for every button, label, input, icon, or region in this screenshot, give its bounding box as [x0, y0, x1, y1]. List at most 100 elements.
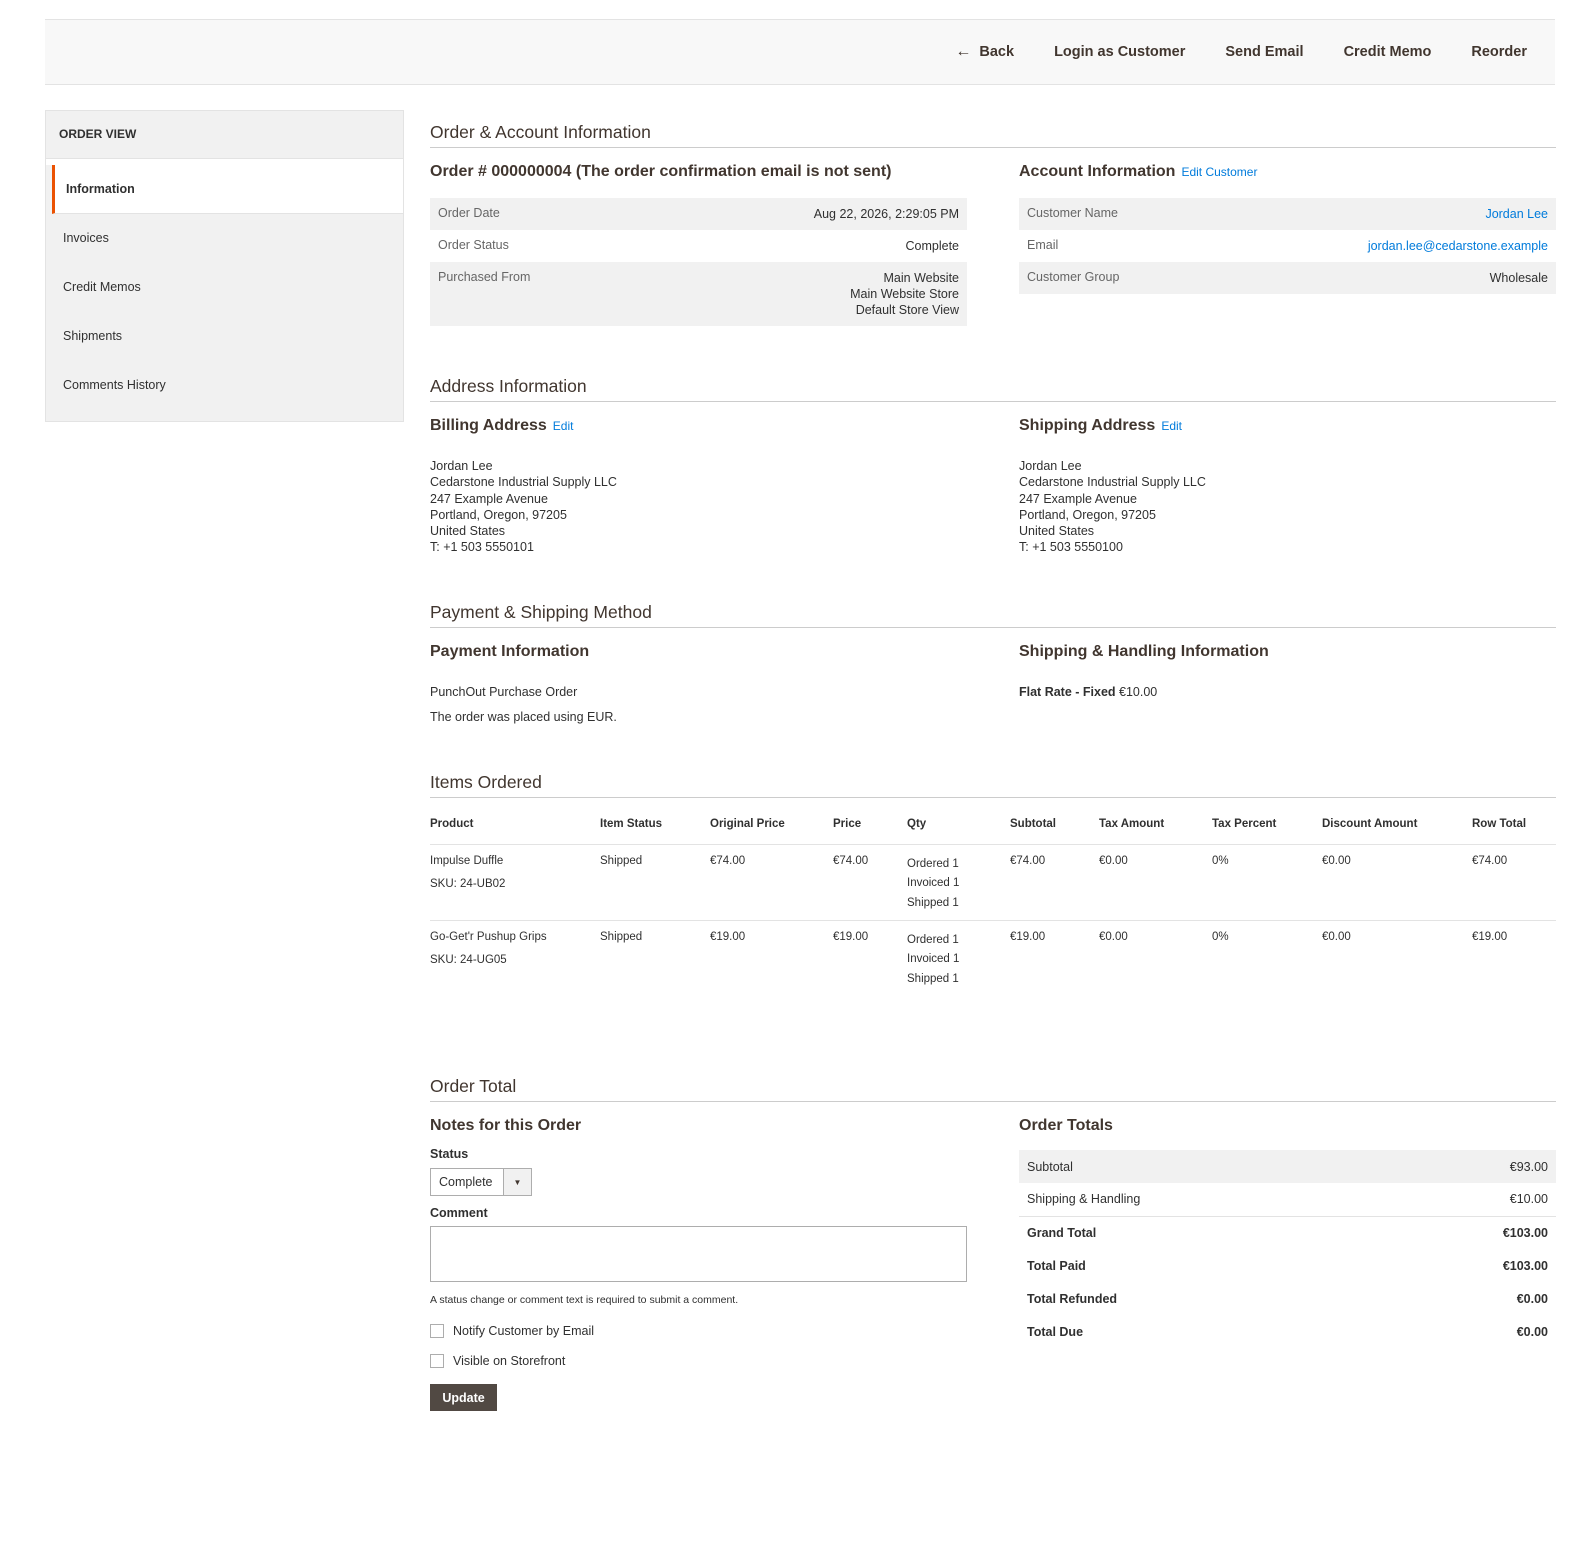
col-product: Product [430, 818, 600, 845]
product-name: Impulse Duffle [430, 854, 504, 867]
totals-amount: €103.00 [1502, 1258, 1548, 1273]
sidebar-item-comments-history[interactable]: Comments History [46, 361, 403, 410]
sidebar-item-shipments[interactable]: Shipments [46, 312, 403, 361]
customer-group-row: Customer Group Wholesale [1019, 262, 1556, 294]
qty-invoiced: Invoiced 1 [907, 953, 960, 965]
credit-memo-button[interactable]: Credit Memo [1324, 44, 1452, 60]
shipping-street: 247 Example Avenue [1019, 491, 1137, 506]
customer-name-link[interactable]: Jordan Lee [1210, 198, 1556, 230]
totals-refunded-row: Total Refunded €0.00 [1019, 1282, 1556, 1315]
qty-shipped: Shipped 1 [907, 896, 959, 909]
items-ordered-table: Product Item Status Original Price Price… [430, 818, 1556, 996]
product-sku: SKU: 24-UG05 [430, 953, 507, 966]
shipping-address-heading: Shipping Address Edit [1019, 417, 1182, 435]
billing-city: Portland, Oregon, 97205 [430, 507, 567, 522]
billing-street: 247 Example Avenue [430, 491, 548, 506]
tax-percent: 0% [1212, 844, 1322, 921]
col-tax-percent: Tax Percent [1212, 818, 1322, 845]
billing-country: United States [430, 524, 506, 539]
arrow-left-icon: ← [955, 43, 972, 60]
notify-customer-checkbox[interactable] [430, 1324, 444, 1338]
totals-amount: €10.00 [1383, 1183, 1556, 1217]
original-price: €19.00 [710, 930, 746, 943]
send-email-button[interactable]: Send Email [1205, 44, 1323, 60]
edit-shipping-link[interactable]: Edit [1161, 419, 1182, 433]
edit-billing-link[interactable]: Edit [553, 419, 574, 433]
purchased-from-row: Purchased From Main Website Main Website… [430, 262, 967, 326]
address-section-title: Address Information [430, 376, 1556, 402]
email-link[interactable]: jordan.lee@cedarstone.example [1210, 230, 1556, 262]
page-actions-bar: ← Back Login as Customer Send Email Cred… [45, 19, 1555, 85]
billing-company: Cedarstone Industrial Supply LLC [430, 475, 617, 490]
sidebar-item-credit-memos[interactable]: Credit Memos [46, 263, 403, 312]
billing-address: Jordan Lee Cedarstone Industrial Supply … [430, 458, 617, 556]
totals-paid-row: Total Paid €103.00 [1019, 1249, 1556, 1282]
purchased-from-label: Purchased From [430, 262, 646, 326]
login-as-customer-button[interactable]: Login as Customer [1034, 44, 1205, 60]
totals-label: Shipping & Handling [1019, 1183, 1384, 1217]
totals-label: Total Due [1027, 1324, 1084, 1339]
col-price: Price [833, 818, 907, 845]
notify-customer-row[interactable]: Notify Customer by Email [430, 1324, 594, 1338]
currency-note: The order was placed using EUR. [430, 710, 617, 724]
totals-amount: €103.00 [1502, 1225, 1548, 1240]
order-status-value: Complete [905, 239, 960, 253]
subtotal: €19.00 [1010, 930, 1046, 943]
sidebar-item-information[interactable]: Information [52, 165, 403, 214]
shipping-name: Jordan Lee [1019, 459, 1082, 473]
qty-cell: Ordered 1 Invoiced 1 Shipped 1 [907, 920, 1010, 996]
order-heading: Order # 000000004 (The order confirmatio… [430, 163, 892, 180]
payment-method: PunchOut Purchase Order [430, 685, 578, 699]
order-date-label: Order Date [430, 198, 646, 230]
visible-storefront-checkbox[interactable] [430, 1354, 444, 1368]
comment-textarea[interactable] [430, 1226, 967, 1282]
totals-label: Subtotal [1019, 1150, 1384, 1183]
edit-customer-link[interactable]: Edit Customer [1181, 165, 1257, 179]
qty-shipped: Shipped 1 [907, 972, 959, 985]
reorder-button[interactable]: Reorder [1451, 44, 1547, 60]
table-row: Impulse Duffle SKU: 24-UB02 Shipped €74.… [430, 844, 1556, 921]
billing-address-heading-text: Billing Address [430, 417, 547, 434]
email-row: Email jordan.lee@cedarstone.example [1019, 230, 1556, 262]
col-qty: Qty [907, 818, 1010, 845]
totals-due-row: Total Due €0.00 [1019, 1315, 1556, 1348]
customer-name-label: Customer Name [1019, 198, 1211, 230]
shipping-phone: T: +1 503 5550100 [1019, 540, 1123, 555]
items-ordered-section-title: Items Ordered [430, 772, 1556, 798]
account-info-heading-text: Account Information [1019, 163, 1176, 180]
totals-label: Total Paid [1027, 1258, 1086, 1273]
back-button[interactable]: ← Back [935, 43, 1034, 61]
sidebar-title: Order View [46, 111, 403, 159]
sidebar-item-invoices[interactable]: Invoices [46, 214, 403, 263]
discount-amount: €0.00 [1322, 930, 1351, 943]
col-original-price: Original Price [710, 818, 833, 845]
totals-shipping-row: Shipping & Handling €10.00 [1019, 1183, 1556, 1217]
shipping-method: Flat Rate - Fixed [1019, 685, 1116, 699]
price: €19.00 [833, 930, 869, 943]
notes-heading: Notes for this Order [430, 1117, 582, 1134]
col-subtotal: Subtotal [1010, 818, 1099, 845]
discount-amount: €0.00 [1322, 844, 1472, 921]
col-discount-amount: Discount Amount [1322, 818, 1472, 845]
row-total: €19.00 [1472, 930, 1508, 943]
col-item-status: Item Status [600, 818, 710, 845]
visible-storefront-row[interactable]: Visible on Storefront [430, 1354, 565, 1368]
product-cell: Go-Get'r Pushup Grips SKU: 24-UG05 [430, 920, 600, 996]
subtotal: €74.00 [1010, 844, 1099, 921]
billing-address-heading: Billing Address Edit [430, 417, 573, 435]
status-select-value: Complete [439, 1175, 493, 1189]
purchased-from-store: Main Website Store [850, 287, 959, 301]
status-label: Status [430, 1147, 469, 1161]
shipping-city: Portland, Oregon, 97205 [1019, 507, 1156, 522]
shipping-address: Jordan Lee Cedarstone Industrial Supply … [1019, 458, 1206, 556]
original-price: €74.00 [710, 844, 833, 921]
customer-name-row: Customer Name Jordan Lee [1019, 198, 1556, 230]
shipping-info-heading: Shipping & Handling Information [1019, 643, 1269, 660]
update-button[interactable]: Update [430, 1384, 497, 1411]
totals-amount: €93.00 [1383, 1150, 1556, 1183]
account-info-heading: Account Information Edit Customer [1019, 163, 1257, 181]
totals-amount: €0.00 [1516, 1291, 1548, 1306]
order-view-sidebar: Order View Information Invoices Credit M… [45, 110, 404, 422]
status-select[interactable]: Complete ▼ [430, 1168, 532, 1196]
billing-name: Jordan Lee [430, 459, 493, 473]
